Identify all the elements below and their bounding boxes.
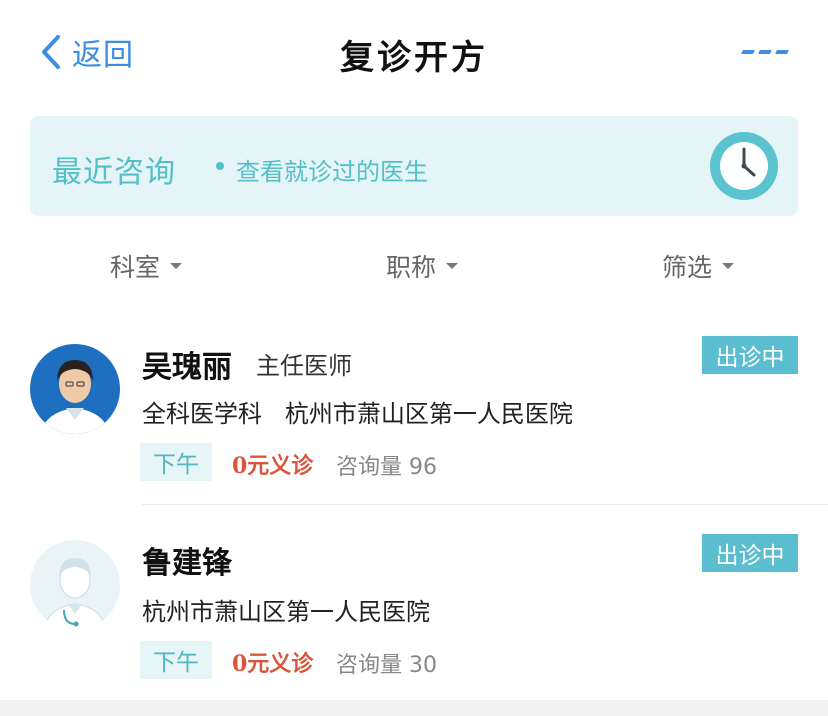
caret-down-icon <box>170 263 183 269</box>
bottom-divider-band <box>0 700 828 716</box>
dot-separator <box>216 162 224 170</box>
time-tag: 下午 <box>140 641 212 679</box>
doctor-hospital: 杭州市萧山区第一人民医院 <box>142 598 430 626</box>
recent-consult-banner[interactable]: 最近咨询 查看就诊过的医生 <box>30 116 798 216</box>
nav-bar: 返回 复诊开方 <box>0 0 828 104</box>
doctor-card[interactable]: 鲁建锋 出诊中 杭州市萧山区第一人民医院 下午 0元义诊 咨询量 30 <box>0 508 828 704</box>
page-title: 复诊开方 <box>340 38 488 78</box>
free-consult-tag: 0元义诊 <box>232 651 314 677</box>
doctor-card[interactable]: 吴瑰丽 主任医师 出诊中 全科医学科 杭州市萧山区第一人民医院 下午 0元义诊 … <box>0 310 828 506</box>
filter-label: 职称 <box>386 253 437 282</box>
banner-title: 最近咨询 <box>52 155 176 190</box>
more-dot-icon <box>758 50 772 54</box>
more-dot-icon <box>775 50 789 54</box>
caret-down-icon <box>722 263 735 269</box>
filter-more[interactable]: 筛选 <box>662 248 735 284</box>
status-badge: 出诊中 <box>702 336 798 374</box>
time-tag: 下午 <box>140 443 212 481</box>
caret-down-icon <box>446 263 459 269</box>
doctor-title: 主任医师 <box>256 352 352 380</box>
doctor-name: 吴瑰丽 <box>142 350 232 385</box>
filter-department[interactable]: 科室 <box>110 248 183 284</box>
doctor-avatar <box>30 344 120 434</box>
doctor-avatar-placeholder <box>30 540 120 630</box>
doctor-department-hospital: 全科医学科 杭州市萧山区第一人民医院 <box>142 400 573 428</box>
status-badge: 出诊中 <box>702 534 798 572</box>
banner-subtitle: 查看就诊过的医生 <box>236 158 428 186</box>
consult-count: 咨询量 96 <box>336 455 437 480</box>
consult-count: 咨询量 30 <box>336 653 437 678</box>
clock-icon <box>710 132 778 200</box>
filter-bar: 科室 职称 筛选 <box>0 240 828 294</box>
filter-label: 科室 <box>110 253 161 282</box>
free-consult-tag: 0元义诊 <box>232 453 314 479</box>
more-dot-icon <box>741 50 755 54</box>
filter-label: 筛选 <box>662 253 713 282</box>
filter-title[interactable]: 职称 <box>386 248 459 284</box>
divider <box>142 504 828 505</box>
more-menu-button[interactable] <box>741 40 789 64</box>
doctor-name: 鲁建锋 <box>142 546 232 581</box>
